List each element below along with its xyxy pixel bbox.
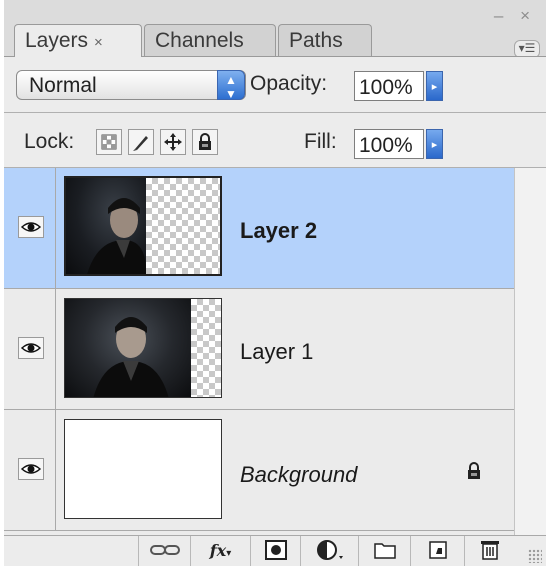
eye-icon[interactable]	[18, 216, 44, 238]
fill-input[interactable]: 100%	[354, 129, 424, 159]
layer-name[interactable]: Background	[240, 462, 357, 488]
lock-all-icon[interactable]	[192, 129, 218, 155]
new-layer-icon[interactable]	[410, 536, 464, 566]
portrait-image	[66, 178, 146, 274]
layer-name[interactable]: Layer 2	[240, 218, 317, 244]
add-mask-icon[interactable]	[250, 536, 300, 566]
options-divider	[4, 112, 546, 113]
fx-icon[interactable]: fx▾	[190, 536, 250, 566]
layers-scrollbar[interactable]	[514, 168, 546, 535]
transparency-checkerboard	[146, 178, 220, 274]
layers-list: Layer 2 Layer 1 Background	[4, 168, 514, 535]
layer-thumbnail[interactable]	[64, 419, 222, 519]
tab-paths-label: Paths	[289, 29, 343, 52]
layer-row-layer-2[interactable]: Layer 2	[4, 168, 514, 289]
transparency-checkerboard	[191, 299, 221, 397]
visibility-column	[4, 410, 56, 530]
visibility-column	[4, 168, 56, 288]
layer-row-background[interactable]: Background	[4, 410, 514, 531]
tab-channels[interactable]: Channels	[144, 24, 276, 56]
trash-icon[interactable]	[464, 536, 514, 566]
lock-label: Lock:	[24, 130, 75, 153]
adjustment-layer-icon[interactable]	[300, 536, 358, 566]
new-group-icon[interactable]	[358, 536, 410, 566]
layer-thumbnail[interactable]	[64, 176, 222, 276]
blend-mode-value: Normal	[29, 74, 97, 97]
tab-channels-label: Channels	[155, 29, 244, 52]
eye-icon[interactable]	[18, 337, 44, 359]
visibility-column	[4, 289, 56, 409]
tab-paths[interactable]: Paths	[278, 24, 372, 56]
bottom-toolbar: fx▾	[4, 535, 546, 566]
opacity-input[interactable]: 100%	[354, 71, 424, 101]
fill-label: Fill:	[304, 130, 337, 153]
layer-locked-icon	[464, 460, 484, 487]
opacity-slider-arrow-icon[interactable]: ▸	[426, 71, 443, 101]
fx-label: fx	[209, 541, 227, 560]
tab-close-icon[interactable]: ×	[94, 34, 103, 51]
portrait-image	[65, 299, 191, 397]
blend-mode-stepper-icon[interactable]: ▲ ▼	[217, 70, 245, 101]
lock-image-pixels-icon[interactable]	[128, 129, 154, 155]
layers-panel: – × Layers × Channels Paths ▾☰ Normal ▲ ▼ …	[4, 0, 546, 566]
layer-thumbnail[interactable]	[64, 298, 222, 398]
layer-name[interactable]: Layer 1	[240, 339, 313, 365]
resize-grip-icon[interactable]	[528, 549, 542, 563]
link-layers-icon[interactable]	[138, 536, 190, 566]
opacity-label: Opacity:	[250, 72, 328, 95]
blend-mode-select[interactable]: Normal ▲ ▼	[16, 70, 246, 101]
fill-slider-arrow-icon[interactable]: ▸	[426, 129, 443, 159]
window-controls[interactable]: – ×	[494, 6, 536, 26]
tab-layers[interactable]: Layers ×	[14, 24, 142, 57]
tab-layers-label: Layers	[25, 29, 89, 52]
eye-icon[interactable]	[18, 458, 44, 480]
lock-position-icon[interactable]	[160, 129, 186, 155]
layer-row-layer-1[interactable]: Layer 1	[4, 289, 514, 410]
lock-transparent-pixels-icon[interactable]	[96, 129, 122, 155]
